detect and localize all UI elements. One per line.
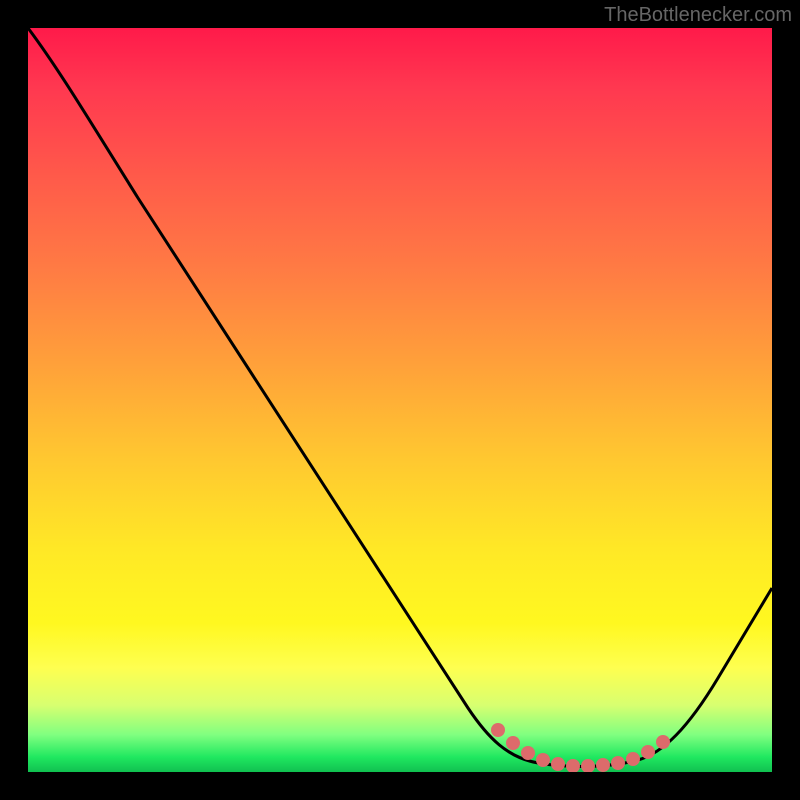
plot-area [28, 28, 772, 772]
main-curve [28, 28, 772, 766]
chart-svg [28, 28, 772, 772]
highlight-dots-group [491, 723, 670, 772]
attribution-text: TheBottlenecker.com [604, 4, 792, 27]
